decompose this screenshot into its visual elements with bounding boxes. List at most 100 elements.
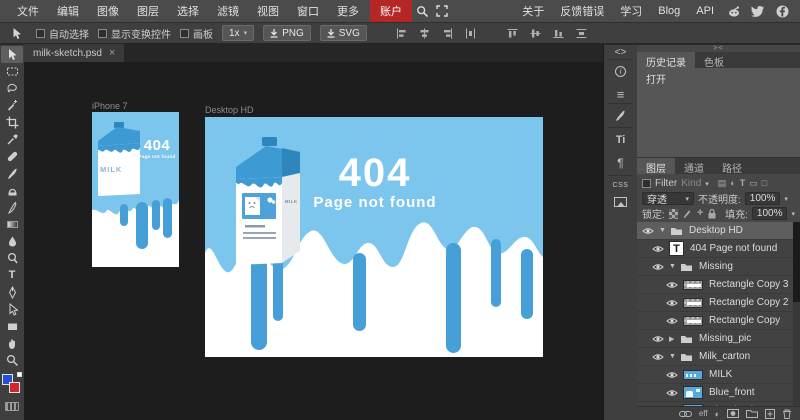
info-panel-icon[interactable]: i xyxy=(604,66,637,77)
layers-scrollbar[interactable] xyxy=(793,222,800,409)
clone-stamp-tool[interactable] xyxy=(1,182,23,199)
eye-icon[interactable] xyxy=(661,317,683,325)
menu-layer[interactable]: 图层 xyxy=(128,0,168,22)
rect-shape-tool[interactable] xyxy=(1,318,23,335)
crop-tool[interactable] xyxy=(1,114,23,131)
artboard-option[interactable]: 画板 xyxy=(180,26,213,41)
align-bottom-icon[interactable] xyxy=(552,26,566,40)
shape-layer-thumbnail[interactable] xyxy=(683,280,703,290)
layer-row-missing[interactable]: ▼ Missing xyxy=(637,258,800,276)
caret-down-icon[interactable]: ▼ xyxy=(669,353,680,360)
artboard-desktop[interactable]: MILK 404 Page not found xyxy=(205,117,543,357)
paragraph-panel-icon[interactable]: ¶ xyxy=(604,157,637,169)
pen-tool[interactable] xyxy=(1,284,23,301)
blend-mode-dropdown[interactable]: 穿透 ▾ xyxy=(642,192,694,205)
tab-history[interactable]: 历史记录 xyxy=(637,52,695,68)
tab-paths[interactable]: 路径 xyxy=(713,158,751,174)
dodge-tool[interactable] xyxy=(1,250,23,267)
align-top-icon[interactable] xyxy=(506,26,520,40)
fullscreen-icon[interactable] xyxy=(432,2,452,20)
layer-row-rectangle-copy-3[interactable]: Rectangle Copy 3 xyxy=(637,276,800,294)
close-icon[interactable]: × xyxy=(109,47,115,59)
adjustments-panel-icon[interactable]: ≡ xyxy=(604,88,637,101)
eye-icon[interactable] xyxy=(647,335,669,343)
path-select-tool[interactable] xyxy=(1,301,23,318)
menu-select[interactable]: 选择 xyxy=(168,0,208,22)
blur-tool[interactable] xyxy=(1,233,23,250)
brush-panel-icon[interactable] xyxy=(604,109,637,122)
show-transform-checkbox[interactable] xyxy=(98,29,107,38)
artboard-label-iphone[interactable]: iPhone 7 xyxy=(92,101,128,111)
tab-layers[interactable]: 图层 xyxy=(637,158,675,174)
menu-about[interactable]: 关于 xyxy=(516,0,550,22)
menu-file[interactable]: 文件 xyxy=(8,0,48,22)
menu-learn[interactable]: 学习 xyxy=(614,0,648,22)
artboard-label-desktop[interactable]: Desktop HD xyxy=(205,105,254,115)
eye-icon[interactable] xyxy=(647,353,669,361)
export-png-button[interactable]: PNG xyxy=(263,25,311,41)
filter-shape-icon[interactable]: ▭ xyxy=(749,179,758,188)
type-tool[interactable]: T xyxy=(1,267,23,284)
facebook-icon[interactable] xyxy=(772,2,792,20)
eye-icon[interactable] xyxy=(647,245,669,253)
chevron-down-icon[interactable]: ▾ xyxy=(791,210,795,218)
align-right-icon[interactable] xyxy=(441,26,455,40)
distribute-v-icon[interactable] xyxy=(575,26,589,40)
menu-edit[interactable]: 编辑 xyxy=(48,0,88,22)
brush-tool[interactable] xyxy=(1,165,23,182)
distribute-h-icon[interactable] xyxy=(464,26,478,40)
color-swatches[interactable] xyxy=(0,372,24,396)
move-tool[interactable] xyxy=(1,46,23,63)
caret-right-icon[interactable]: ▶ xyxy=(669,335,680,343)
history-brush-tool[interactable] xyxy=(1,199,23,216)
eye-icon[interactable] xyxy=(661,389,683,397)
lock-paint-icon[interactable] xyxy=(682,208,693,219)
filter-kind-dropdown[interactable]: Kind xyxy=(681,178,701,189)
keyboard-shortcuts-icon[interactable] xyxy=(5,402,19,411)
eyedropper-tool[interactable] xyxy=(1,131,23,148)
css-panel-icon[interactable]: CSS xyxy=(604,182,637,189)
layer-row-rectangle-copy-2[interactable]: Rectangle Copy 2 xyxy=(637,294,800,312)
artboard-iphone[interactable]: MILK 404 Page not found xyxy=(92,112,179,267)
collapse-panels-icon[interactable]: <> xyxy=(604,48,637,58)
eye-icon[interactable] xyxy=(647,263,669,271)
menu-api[interactable]: API xyxy=(690,2,720,20)
background-color-swatch[interactable] xyxy=(9,382,20,393)
chevron-down-icon[interactable]: ▾ xyxy=(784,195,788,203)
link-layers-icon[interactable] xyxy=(679,410,692,418)
reddit-icon[interactable] xyxy=(724,2,744,20)
artboard-checkbox[interactable] xyxy=(180,29,189,38)
fill-input[interactable]: 100% xyxy=(752,207,788,220)
layers-scrollbar-thumb[interactable] xyxy=(793,222,800,302)
magic-wand-tool[interactable] xyxy=(1,97,23,114)
layer-row-404-text[interactable]: T 404 Page not found xyxy=(637,240,800,258)
menu-view[interactable]: 视图 xyxy=(248,0,288,22)
text-layer-thumbnail[interactable]: T xyxy=(669,241,684,256)
new-group-icon[interactable] xyxy=(746,409,758,418)
filter-image-icon[interactable]: ▤ xyxy=(718,179,727,188)
caret-down-icon[interactable]: ▼ xyxy=(669,263,680,270)
image-layer-thumbnail[interactable] xyxy=(683,370,703,380)
layer-row-blue-front[interactable]: Blue_front xyxy=(637,384,800,402)
lock-all-icon[interactable] xyxy=(707,208,717,219)
account-button[interactable]: 账户 xyxy=(370,0,412,22)
align-left-icon[interactable] xyxy=(395,26,409,40)
auto-select-option[interactable]: 自动选择 xyxy=(36,26,89,41)
lasso-tool[interactable] xyxy=(1,80,23,97)
tab-channels[interactable]: 通道 xyxy=(675,158,713,174)
layer-row-milk[interactable]: MILK xyxy=(637,366,800,384)
menu-report-bug[interactable]: 反馈错误 xyxy=(554,0,610,22)
character-panel-icon[interactable]: Ti xyxy=(604,135,637,146)
caret-down-icon[interactable]: ▼ xyxy=(659,227,670,234)
twitter-icon[interactable] xyxy=(748,2,768,20)
canvas-area[interactable]: milk-sketch.psd × iPhone 7 MILK 404 Page… xyxy=(24,44,603,420)
filter-type-icon[interactable]: T xyxy=(740,179,746,188)
eye-icon[interactable] xyxy=(661,281,683,289)
spot-heal-tool[interactable] xyxy=(1,148,23,165)
export-scale-dropdown[interactable]: 1x ▾ xyxy=(222,25,254,41)
menu-image[interactable]: 图像 xyxy=(88,0,128,22)
show-transform-option[interactable]: 显示变换控件 xyxy=(98,26,171,41)
filter-checkbox[interactable] xyxy=(642,179,651,188)
filter-adjustment-icon[interactable]: ◐ xyxy=(730,179,735,188)
lock-transparency-icon[interactable] xyxy=(669,209,679,219)
